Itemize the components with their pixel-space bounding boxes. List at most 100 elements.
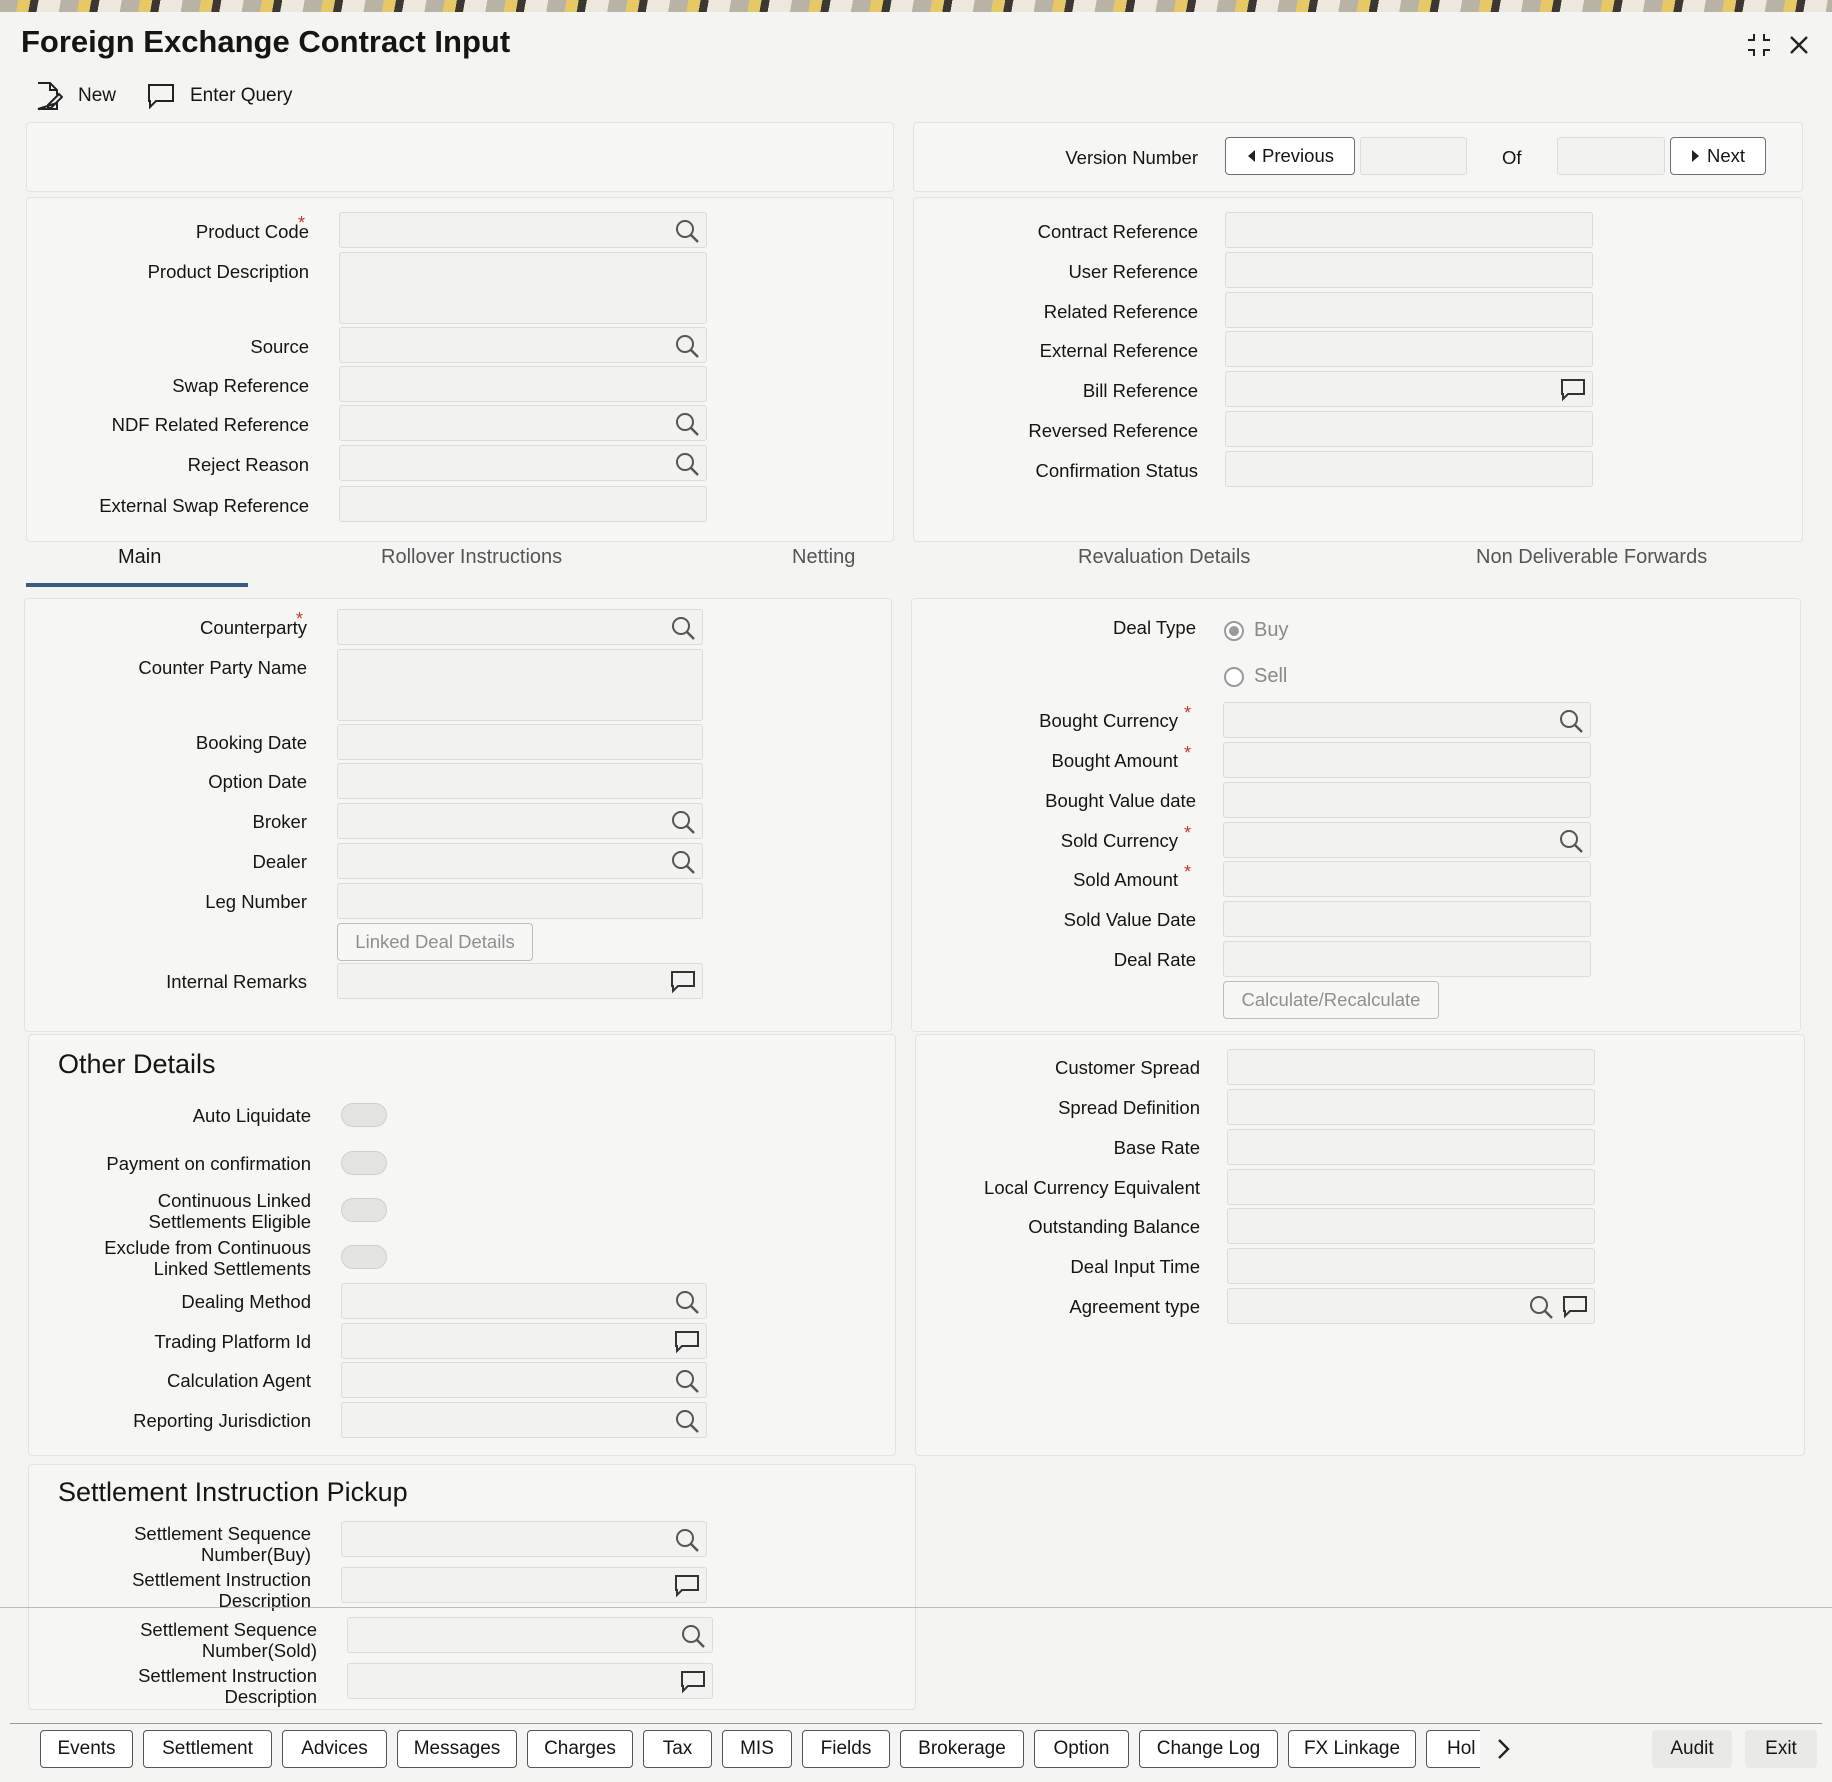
- deal-rate-input[interactable]: [1223, 941, 1591, 977]
- settlement-button[interactable]: Settlement: [143, 1730, 272, 1768]
- base-rate-input[interactable]: [1227, 1129, 1595, 1165]
- related-reference-input[interactable]: [1225, 292, 1593, 328]
- advices-button[interactable]: Advices: [282, 1730, 387, 1768]
- external-reference-input[interactable]: [1225, 331, 1593, 367]
- linked-deal-details-button[interactable]: Linked Deal Details: [337, 923, 533, 961]
- previous-button[interactable]: Previous: [1225, 137, 1355, 175]
- sold-currency-input[interactable]: [1223, 822, 1591, 858]
- holiday-button[interactable]: Hol: [1426, 1730, 1480, 1768]
- events-button[interactable]: Events: [40, 1730, 133, 1768]
- tab-main[interactable]: Main: [118, 546, 161, 569]
- product-description-field[interactable]: [339, 252, 707, 324]
- reversed-reference-input[interactable]: [1225, 411, 1593, 447]
- comment-icon[interactable]: [674, 1573, 700, 1599]
- search-icon[interactable]: [670, 849, 696, 875]
- messages-button[interactable]: Messages: [397, 1730, 517, 1768]
- search-icon[interactable]: [674, 1289, 700, 1315]
- tab-rollover-instructions[interactable]: Rollover Instructions: [381, 546, 562, 569]
- deal-type-buy-radio[interactable]: [1224, 621, 1244, 641]
- exclude-continuous-toggle[interactable]: [341, 1245, 387, 1269]
- mis-button[interactable]: MIS: [722, 1730, 792, 1768]
- sold-value-date-input[interactable]: [1223, 901, 1591, 937]
- settlement-desc-buy-input[interactable]: [341, 1567, 707, 1603]
- comment-icon[interactable]: [1562, 1294, 1588, 1320]
- search-icon[interactable]: [674, 411, 700, 437]
- deal-type-sell-radio[interactable]: [1224, 667, 1244, 687]
- option-button[interactable]: Option: [1034, 1730, 1129, 1768]
- deal-input-time-input[interactable]: [1227, 1248, 1595, 1284]
- calculate-button[interactable]: Calculate/Recalculate: [1223, 981, 1439, 1019]
- settlement-seq-sold-input[interactable]: [347, 1617, 713, 1653]
- bill-reference-input[interactable]: [1225, 371, 1593, 407]
- option-date-input[interactable]: [337, 763, 703, 799]
- search-icon[interactable]: [674, 1408, 700, 1434]
- continuous-linked-toggle[interactable]: [341, 1198, 387, 1222]
- search-icon[interactable]: [670, 615, 696, 641]
- spread-definition-input[interactable]: [1227, 1089, 1595, 1125]
- agreement-type-input[interactable]: [1227, 1288, 1595, 1324]
- internal-remarks-input[interactable]: [337, 963, 703, 999]
- contract-reference-input[interactable]: [1225, 212, 1593, 248]
- reporting-jurisdiction-input[interactable]: [341, 1402, 707, 1438]
- enter-query-button[interactable]: Enter Query: [146, 78, 292, 114]
- chevron-right-icon[interactable]: [1490, 1736, 1516, 1762]
- next-button[interactable]: Next: [1670, 137, 1766, 175]
- reject-reason-input[interactable]: [339, 445, 707, 481]
- version-current-field[interactable]: [1360, 137, 1467, 175]
- product-code-input[interactable]: [339, 212, 707, 248]
- external-swap-reference-input[interactable]: [339, 486, 707, 522]
- local-currency-equivalent-input[interactable]: [1227, 1169, 1595, 1205]
- outstanding-balance-input[interactable]: [1227, 1208, 1595, 1244]
- search-icon[interactable]: [674, 333, 700, 359]
- brokerage-button[interactable]: Brokerage: [900, 1730, 1024, 1768]
- search-icon[interactable]: [1528, 1294, 1554, 1320]
- fields-button[interactable]: Fields: [802, 1730, 890, 1768]
- comment-icon[interactable]: [1560, 377, 1586, 403]
- tab-non-deliverable-forwards[interactable]: Non Deliverable Forwards: [1476, 546, 1707, 569]
- tab-netting[interactable]: Netting: [792, 546, 855, 569]
- user-reference-input[interactable]: [1225, 252, 1593, 288]
- exit-button[interactable]: Exit: [1745, 1730, 1817, 1768]
- search-icon[interactable]: [674, 218, 700, 244]
- customer-spread-input[interactable]: [1227, 1049, 1595, 1085]
- search-icon[interactable]: [1558, 708, 1584, 734]
- dealing-method-input[interactable]: [341, 1283, 707, 1319]
- auto-liquidate-toggle[interactable]: [341, 1103, 387, 1127]
- bought-amount-input[interactable]: [1223, 742, 1591, 778]
- trading-platform-id-input[interactable]: [341, 1323, 707, 1359]
- search-icon[interactable]: [680, 1623, 706, 1649]
- comment-icon[interactable]: [674, 1329, 700, 1355]
- bought-currency-input[interactable]: [1223, 702, 1591, 738]
- counterparty-input[interactable]: [337, 609, 703, 645]
- search-icon[interactable]: [670, 809, 696, 835]
- search-icon[interactable]: [1558, 828, 1584, 854]
- sold-amount-input[interactable]: [1223, 861, 1591, 897]
- comment-icon[interactable]: [670, 969, 696, 995]
- source-input[interactable]: [339, 327, 707, 363]
- payment-on-confirmation-toggle[interactable]: [341, 1151, 387, 1175]
- tax-button[interactable]: Tax: [643, 1730, 712, 1768]
- expand-icon[interactable]: [1742, 28, 1776, 62]
- search-icon[interactable]: [674, 1368, 700, 1394]
- broker-input[interactable]: [337, 803, 703, 839]
- booking-date-input[interactable]: [337, 724, 703, 760]
- charges-button[interactable]: Charges: [527, 1730, 633, 1768]
- leg-number-input[interactable]: [337, 883, 703, 919]
- counter-party-name-field[interactable]: [337, 649, 703, 721]
- audit-button[interactable]: Audit: [1652, 1730, 1732, 1768]
- comment-icon[interactable]: [680, 1669, 706, 1695]
- search-icon[interactable]: [674, 451, 700, 477]
- fx-linkage-button[interactable]: FX Linkage: [1288, 1730, 1416, 1768]
- tab-revaluation-details[interactable]: Revaluation Details: [1078, 546, 1250, 569]
- bought-value-date-input[interactable]: [1223, 782, 1591, 818]
- dealer-input[interactable]: [337, 843, 703, 879]
- settlement-seq-buy-input[interactable]: [341, 1521, 707, 1557]
- confirmation-status-input[interactable]: [1225, 451, 1593, 487]
- ndf-related-reference-input[interactable]: [339, 405, 707, 441]
- version-total-field[interactable]: [1557, 137, 1665, 175]
- close-icon[interactable]: [1782, 28, 1816, 62]
- calculation-agent-input[interactable]: [341, 1362, 707, 1398]
- change-log-button[interactable]: Change Log: [1139, 1730, 1278, 1768]
- new-button[interactable]: New: [34, 78, 116, 114]
- swap-reference-input[interactable]: [339, 366, 707, 402]
